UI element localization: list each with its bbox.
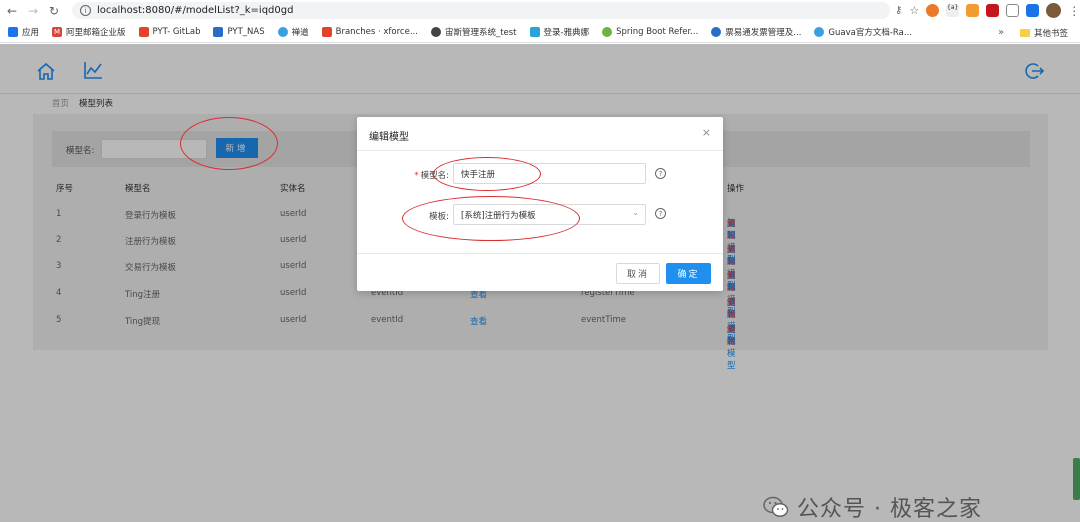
gitlab-icon [138, 27, 149, 37]
apps-grid-icon [8, 27, 18, 37]
close-icon[interactable]: × [702, 126, 711, 139]
nas-icon [213, 27, 224, 37]
url-text: localhost:8080/#/modelList?_k=iqd0gd [97, 5, 294, 16]
bookmark-label: 宙斯管理系统_test [444, 28, 517, 38]
annotation-circle [180, 117, 278, 170]
mail-icon: M [52, 27, 63, 37]
watermark-text: 公众号 · 极客之家 [797, 497, 982, 522]
bookmark-label: 登录-雅典娜 [543, 28, 590, 38]
reload-icon[interactable]: ↻ [45, 2, 63, 20]
help-icon[interactable]: ? [655, 168, 666, 179]
invoice-icon [711, 27, 722, 37]
extension-icon[interactable] [986, 4, 1000, 17]
bookmark-item[interactable]: 票易通发票管理及... [711, 26, 801, 38]
confirm-button[interactable]: 确定 [666, 263, 711, 284]
annotation-circle [433, 157, 541, 191]
bookmarks-bar: 应用 M 阿里邮箱企业版 PYT- GitLab PYT_NAS 禅道 Branc… [0, 22, 1080, 43]
other-bookmarks[interactable]: 其他书签 [1020, 27, 1068, 39]
guava-icon [814, 27, 825, 37]
other-bookmarks-label: 其他书签 [1034, 29, 1069, 39]
bookmark-label: 禅道 [291, 28, 309, 38]
bookmark-label: Guava官方文档-Ra... [828, 28, 912, 38]
bookmark-item[interactable]: Branches · xforce... [321, 27, 418, 37]
menu-icon[interactable]: ⋮ [1068, 4, 1080, 18]
info-icon[interactable]: i [80, 5, 91, 16]
spring-icon [602, 27, 613, 37]
scrollbar-thumb[interactable] [1073, 458, 1080, 500]
bookmark-item[interactable]: PYT_NAS [213, 27, 265, 37]
cancel-button[interactable]: 取消 [616, 263, 660, 284]
browser-toolbar: ← → ↻ i localhost:8080/#/modelList?_k=iq… [0, 0, 1080, 22]
annotation-circle [402, 196, 580, 241]
extension-icon[interactable] [1026, 4, 1040, 17]
bookmark-apps[interactable]: 应用 [8, 26, 39, 38]
address-bar[interactable]: i localhost:8080/#/modelList?_k=iqd0gd [72, 2, 890, 19]
bookmark-item[interactable]: 宙斯管理系统_test [430, 26, 517, 38]
star-icon[interactable]: ☆ [909, 4, 919, 17]
folder-icon [1020, 29, 1030, 37]
bookmarks-more-icon[interactable]: » [998, 27, 1004, 38]
profile-avatar[interactable] [1046, 3, 1062, 18]
watermark: 公众号 · 极客之家 [763, 491, 982, 522]
dialog-footer: 取消 确定 [357, 253, 723, 291]
bookmark-label: PYT- GitLab [152, 27, 201, 37]
extension-icon[interactable] [966, 4, 980, 17]
extension-icon[interactable]: {a} [946, 4, 960, 17]
chevron-down-icon: ⌄ [632, 208, 639, 217]
bookmark-item[interactable]: Spring Boot Refer... [602, 27, 698, 37]
globe-icon [430, 27, 441, 37]
bookmark-item[interactable]: 禅道 [277, 26, 309, 38]
bookmark-item[interactable]: PYT- GitLab [138, 27, 201, 37]
gitlab-icon [321, 27, 332, 37]
bookmark-item[interactable]: 登录-雅典娜 [529, 26, 590, 38]
bookmark-label: PYT_NAS [227, 27, 265, 37]
bookmark-label: Branches · xforce... [335, 27, 418, 37]
app-page: 首页 模型列表 模型名: 新增 序号 模型名 实体名 操作 1 登录行为模板 us… [0, 44, 1080, 522]
extension-icon[interactable] [926, 4, 940, 17]
dialog-title: 编辑模型 [369, 132, 409, 143]
required-mark: * [414, 171, 419, 181]
bookmark-label: 阿里邮箱企业版 [66, 28, 126, 38]
wechat-icon [763, 496, 789, 517]
athena-icon [529, 27, 540, 37]
bookmark-item[interactable]: M 阿里邮箱企业版 [52, 26, 126, 38]
bookmark-label: Spring Boot Refer... [616, 27, 699, 37]
bookmark-label: 应用 [22, 28, 40, 38]
key-icon[interactable]: ⚷ [895, 5, 902, 16]
extension-icon[interactable] [1006, 4, 1020, 17]
back-icon[interactable]: ← [3, 2, 21, 20]
zentao-icon [277, 27, 288, 37]
help-icon[interactable]: ? [655, 208, 666, 219]
forward-icon[interactable]: → [24, 2, 42, 20]
bookmark-label: 票易通发票管理及... [725, 28, 802, 38]
bookmark-item[interactable]: Guava官方文档-Ra... [814, 26, 912, 38]
dialog-header: 编辑模型 × [357, 117, 723, 151]
